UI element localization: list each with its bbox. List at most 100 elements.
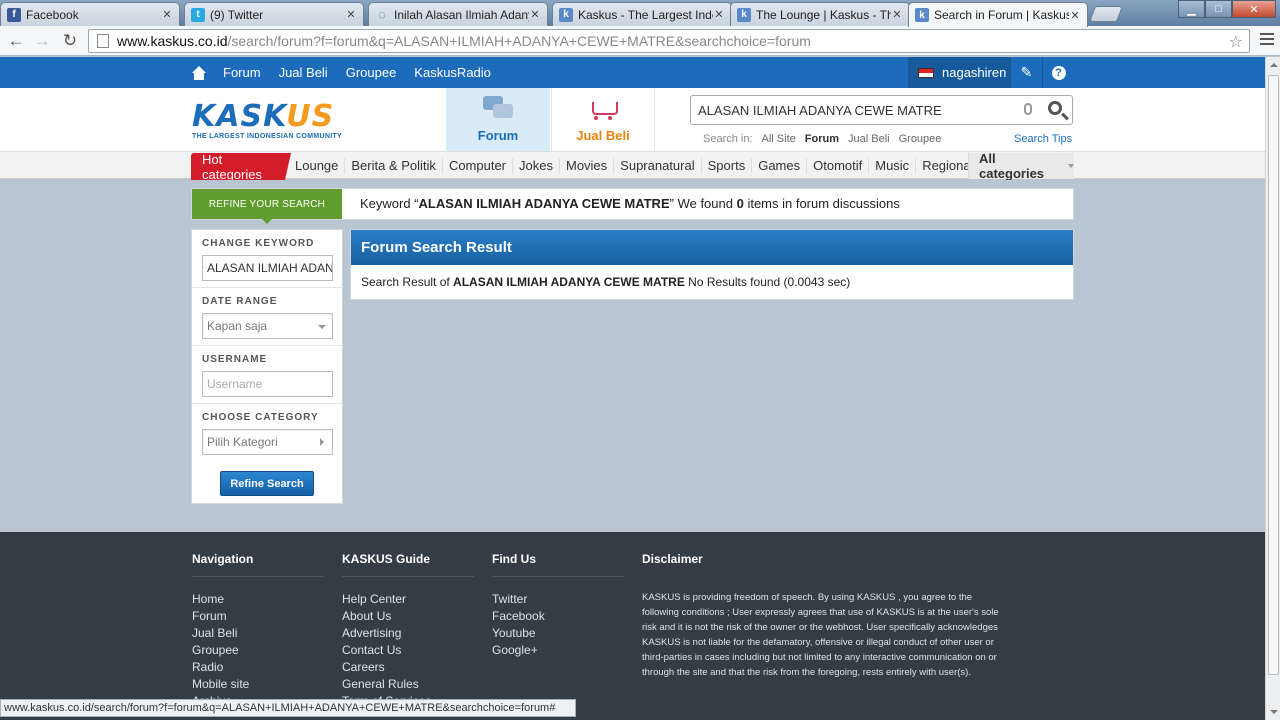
browser-tab-search-forum[interactable]: k Search in Forum | Kaskus - ✕ xyxy=(908,2,1088,27)
category-games[interactable]: Games xyxy=(752,158,808,174)
reload-icon[interactable]: ↻ xyxy=(59,30,81,52)
browser-tab-twitter[interactable]: t (9) Twitter ✕ xyxy=(184,2,364,26)
footer-link-radio[interactable]: Radio xyxy=(192,659,324,676)
back-arrow-icon[interactable]: ← xyxy=(5,30,27,52)
search-scope-jual-beli[interactable]: Jual Beli xyxy=(848,133,890,145)
hot-categories-button[interactable]: Hot categories xyxy=(191,152,291,182)
category-berita-politik[interactable]: Berita & Politik xyxy=(345,158,443,174)
refine-your-search-tab[interactable]: REFINE YOUR SEARCH xyxy=(192,189,342,224)
chevron-right-icon xyxy=(320,438,324,446)
footer-link-groupee[interactable]: Groupee xyxy=(192,642,324,659)
all-categories-label: All categories xyxy=(979,151,1045,181)
date-range-select[interactable]: Kapan saja xyxy=(202,313,333,339)
forward-arrow-icon[interactable]: → xyxy=(31,30,53,52)
choose-category-label: CHOOSE CATEGORY xyxy=(202,412,319,423)
footer-heading: Disclaimer xyxy=(642,552,703,566)
kaskus-favicon-icon: k xyxy=(915,8,929,22)
scroll-down-arrow-icon[interactable] xyxy=(1270,710,1278,714)
kaskus-favicon-icon: k xyxy=(737,7,751,22)
help-button[interactable]: ? xyxy=(1042,57,1074,88)
shopping-cart-icon xyxy=(586,94,620,122)
category-lounge[interactable]: Lounge xyxy=(289,158,346,174)
page-scrollbar[interactable] xyxy=(1265,57,1280,720)
all-categories-dropdown[interactable]: All categories xyxy=(968,151,1074,181)
browser-tab-lounge[interactable]: k The Lounge | Kaskus - The ✕ xyxy=(730,2,910,26)
section-forum-label: Forum xyxy=(477,128,519,143)
scroll-up-arrow-icon[interactable] xyxy=(1270,63,1278,67)
search-icon[interactable] xyxy=(1048,101,1062,115)
minimize-icon[interactable]: ▁ xyxy=(1178,0,1205,18)
topbar-link-groupee[interactable]: Groupee xyxy=(346,65,397,80)
browser-tab-kaskus[interactable]: k Kaskus - The Largest Indo ✕ xyxy=(552,2,732,26)
close-tab-icon[interactable]: ✕ xyxy=(713,8,725,21)
category-otomotif[interactable]: Otomotif xyxy=(807,158,870,174)
footer-link-careers[interactable]: Careers xyxy=(342,659,474,676)
maximize-icon[interactable]: □ xyxy=(1205,0,1232,18)
category-computer[interactable]: Computer xyxy=(443,158,514,174)
browser-tab-strip: f Facebook ✕ t (9) Twitter ✕ ◌ Inilah Al… xyxy=(0,0,1280,27)
kaskus-logo[interactable]: KASKUS THE LARGEST INDONESIAN COMMUNITY xyxy=(192,102,342,141)
section-jual-beli[interactable]: Jual Beli xyxy=(551,88,655,151)
bookmark-star-icon[interactable]: ☆ xyxy=(1229,32,1243,52)
username-input[interactable]: Username xyxy=(202,371,333,397)
footer-link-about-us[interactable]: About Us xyxy=(342,608,474,625)
footer-link-facebook[interactable]: Facebook xyxy=(492,608,624,625)
footer-link-google-plus[interactable]: Google+ xyxy=(492,642,624,659)
forum-chat-icon xyxy=(481,94,515,122)
edit-pencil-icon[interactable]: ✎ xyxy=(1010,57,1042,88)
footer-link-twitter[interactable]: Twitter xyxy=(492,591,624,608)
close-window-icon[interactable]: ✕ xyxy=(1232,0,1276,18)
footer-link-advertising[interactable]: Advertising xyxy=(342,625,474,642)
keyword-input[interactable]: ALASAN ILMIAH ADANYA CEWE MATRE xyxy=(202,255,333,281)
keyword-summary-suffix: items in forum discussions xyxy=(743,196,900,211)
search-scope-all-site[interactable]: All Site xyxy=(762,133,796,145)
microphone-icon[interactable] xyxy=(1024,103,1032,115)
footer-link-contact-us[interactable]: Contact Us xyxy=(342,642,474,659)
search-input[interactable]: ALASAN ILMIAH ADANYA CEWE MATRE xyxy=(690,95,1073,125)
result-prefix: Search Result of xyxy=(361,275,454,289)
result-suffix: No Results found (0.0043 sec) xyxy=(684,275,851,289)
close-tab-icon[interactable]: ✕ xyxy=(1069,9,1081,22)
search-scope-groupee[interactable]: Groupee xyxy=(899,133,942,145)
category-jokes[interactable]: Jokes xyxy=(513,158,560,174)
search-tips-link[interactable]: Search Tips xyxy=(1014,133,1072,145)
close-tab-icon[interactable]: ✕ xyxy=(891,8,903,21)
category-music[interactable]: Music xyxy=(869,158,917,174)
topbar-link-kaskusradio[interactable]: KaskusRadio xyxy=(414,65,491,80)
search-scope-forum[interactable]: Forum xyxy=(805,133,839,145)
date-range-value: Kapan saja xyxy=(207,319,268,333)
home-icon[interactable] xyxy=(191,65,207,80)
category-sports[interactable]: Sports xyxy=(702,158,753,174)
refine-sidebar: CHANGE KEYWORD ALASAN ILMIAH ADANYA CEWE… xyxy=(191,229,343,504)
footer-link-home[interactable]: Home xyxy=(192,591,324,608)
footer-link-general-rules[interactable]: General Rules xyxy=(342,676,474,693)
tab-title: The Lounge | Kaskus - The xyxy=(756,7,891,22)
user-menu[interactable]: nagashiren xyxy=(908,57,1010,88)
footer-link-forum[interactable]: Forum xyxy=(192,608,324,625)
footer-link-youtube[interactable]: Youtube xyxy=(492,625,624,642)
footer-link-jual-beli[interactable]: Jual Beli xyxy=(192,625,324,642)
footer-disclaimer: Disclaimer KASKUS is providing freedom o… xyxy=(642,552,1002,680)
category-supranatural[interactable]: Supranatural xyxy=(614,158,702,174)
scroll-thumb[interactable] xyxy=(1268,75,1279,675)
disclaimer-text: KASKUS is providing freedom of speech. B… xyxy=(642,592,999,678)
footer-link-help-center[interactable]: Help Center xyxy=(342,591,474,608)
close-tab-icon[interactable]: ✕ xyxy=(529,8,541,21)
section-forum[interactable]: Forum xyxy=(446,88,550,151)
topbar-link-jual-beli[interactable]: Jual Beli xyxy=(279,65,328,80)
address-bar[interactable]: www.kaskus.co.id/search/forum?f=forum&q=… xyxy=(88,29,1250,53)
browser-menu-icon[interactable] xyxy=(1260,33,1274,48)
category-movies[interactable]: Movies xyxy=(560,158,615,174)
topbar-link-forum[interactable]: Forum xyxy=(223,65,261,80)
browser-tab-inilah[interactable]: ◌ Inilah Alasan Ilmiah Adany ✕ xyxy=(368,2,548,26)
close-tab-icon[interactable]: ✕ xyxy=(345,8,357,21)
browser-tab-facebook[interactable]: f Facebook ✕ xyxy=(0,2,180,26)
close-tab-icon[interactable]: ✕ xyxy=(161,8,173,21)
footer-heading: KASKUS Guide xyxy=(342,552,474,577)
site-header: KASKUS THE LARGEST INDONESIAN COMMUNITY … xyxy=(0,88,1265,151)
footer-link-mobile-site[interactable]: Mobile site xyxy=(192,676,324,693)
category-select[interactable]: Pilih Kategori xyxy=(202,429,333,455)
refine-search-button[interactable]: Refine Search xyxy=(220,471,314,496)
kaskus-favicon-icon: k xyxy=(559,7,573,22)
new-tab-button[interactable] xyxy=(1089,6,1123,22)
